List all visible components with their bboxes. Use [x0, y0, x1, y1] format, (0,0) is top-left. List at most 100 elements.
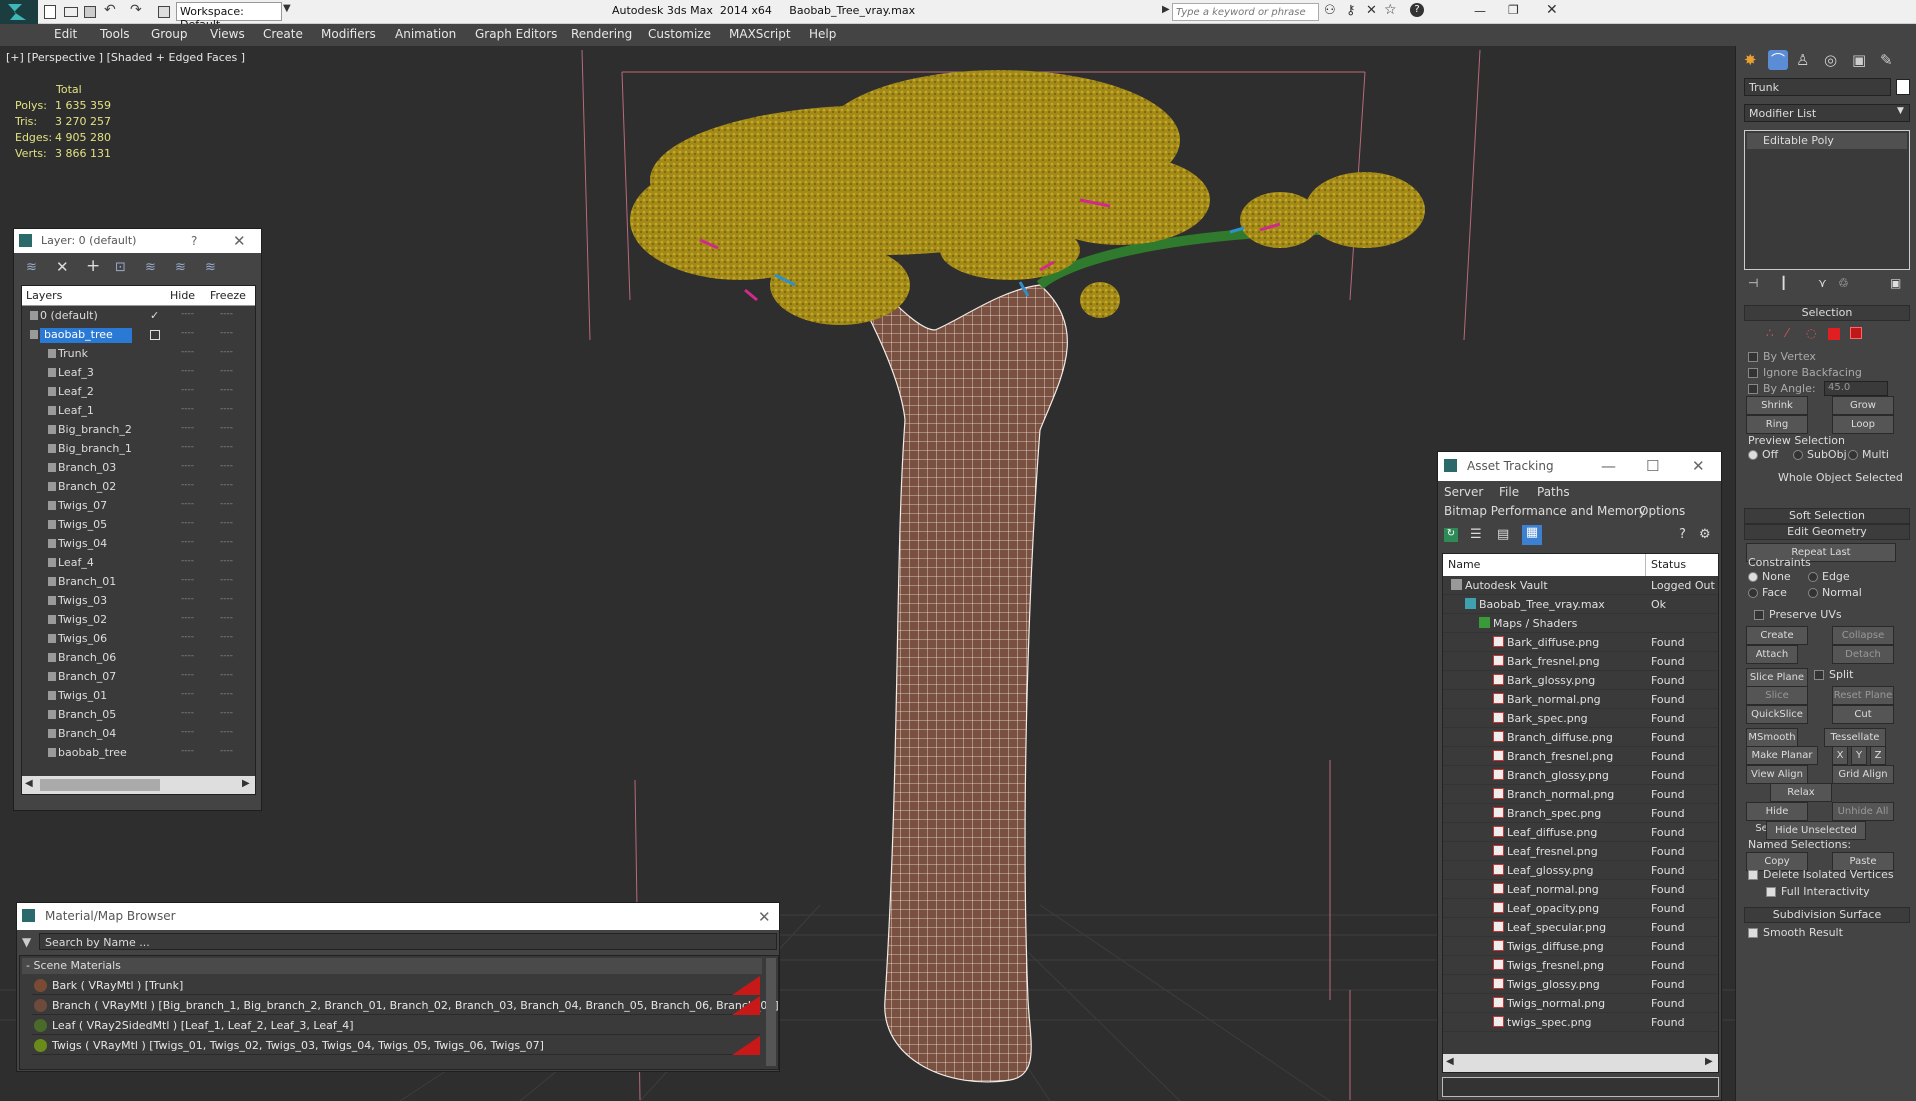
attach-button[interactable]: Attach — [1746, 645, 1798, 664]
asset-row[interactable]: Bark_glossy.png Found — [1443, 671, 1718, 690]
layer-row[interactable]: Branch_05 ---- ---- — [22, 706, 255, 725]
hide-toggle[interactable]: ---- — [181, 594, 194, 604]
freeze-toggle[interactable]: ---- — [220, 461, 233, 471]
smooth-result-checkbox[interactable]: Smooth Result — [1748, 926, 1843, 939]
search-input[interactable]: Type a keyword or phrase — [1172, 3, 1319, 21]
menu-item-animation[interactable]: Animation — [395, 27, 456, 41]
subdivision-surface-rollout-header[interactable]: Subdivision Surface — [1744, 907, 1910, 923]
display-tab-icon[interactable]: ▣ — [1852, 51, 1866, 69]
freeze-toggle[interactable]: ---- — [220, 651, 233, 661]
material-row[interactable]: Branch ( VRayMtl ) [Big_branch_1, Big_br… — [32, 996, 779, 1015]
preview-subobj-radio[interactable]: SubObj — [1793, 448, 1847, 461]
freeze-toggle[interactable]: ---- — [220, 670, 233, 680]
restore-icon[interactable]: ❐ — [1508, 3, 1519, 17]
preview-off-radio[interactable]: Off — [1748, 448, 1778, 461]
project-icon[interactable] — [158, 6, 170, 18]
asset-row[interactable]: twigs_spec.png Found — [1443, 1013, 1718, 1032]
asset-row[interactable]: Branch_spec.png Found — [1443, 804, 1718, 823]
hide-toggle[interactable]: ---- — [181, 556, 194, 566]
material-row[interactable]: Leaf ( VRay2SidedMtl ) [Leaf_1, Leaf_2, … — [32, 1016, 760, 1035]
freeze-toggle[interactable]: ---- — [220, 480, 233, 490]
angle-spinner[interactable]: 45.0 — [1824, 381, 1888, 396]
menu-item-graph-editors[interactable]: Graph Editors — [475, 27, 557, 41]
freeze-toggle[interactable]: ---- — [220, 632, 233, 642]
grow-button[interactable]: Grow — [1832, 396, 1894, 415]
hide-toggle[interactable]: ---- — [181, 670, 194, 680]
layer-row[interactable]: Branch_02 ---- ---- — [22, 478, 255, 497]
details-view-icon[interactable]: ▤ — [1497, 527, 1509, 542]
hide-toggle[interactable]: ---- — [181, 613, 194, 623]
slice-button[interactable]: Slice — [1746, 686, 1808, 705]
show-end-result-icon[interactable]: ┃ — [1780, 276, 1787, 290]
by-vertex-checkbox[interactable]: By Vertex — [1748, 350, 1816, 363]
menu-options[interactable]: Options — [1639, 504, 1685, 518]
freeze-toggle[interactable]: ---- — [220, 537, 233, 547]
menu-item-tools[interactable]: Tools — [100, 27, 130, 41]
asset-row[interactable]: Leaf_normal.png Found — [1443, 880, 1718, 899]
preserve-uvs-checkbox[interactable]: Preserve UVs — [1754, 608, 1842, 621]
tessellate-button[interactable]: Tessellate — [1824, 728, 1886, 747]
workspace-dropdown[interactable]: Workspace: Default — [176, 2, 282, 31]
stack-item-editable-poly[interactable]: Editable Poly — [1747, 133, 1907, 149]
asset-row[interactable]: Bark_normal.png Found — [1443, 690, 1718, 709]
asset-row[interactable]: Baobab_Tree_vray.max Ok — [1443, 595, 1718, 614]
col-layers[interactable]: Layers — [26, 289, 62, 302]
freeze-toggle[interactable]: ---- — [220, 575, 233, 585]
horizontal-scrollbar[interactable]: ◀ ▶ — [22, 776, 255, 794]
constraint-face-radio[interactable]: Face — [1748, 586, 1787, 599]
col-status[interactable]: Status — [1651, 558, 1686, 571]
hide-selected-button[interactable]: Hide Selected — [1746, 802, 1808, 834]
menu-server[interactable]: Server — [1444, 485, 1483, 499]
hide-toggle[interactable]: ---- — [181, 442, 194, 452]
freeze-toggle[interactable]: ---- — [220, 442, 233, 452]
hide-toggle[interactable]: ---- — [181, 461, 194, 471]
slice-plane-button[interactable]: Slice Plane — [1746, 668, 1808, 687]
chevron-down-icon[interactable]: ▼ — [283, 3, 291, 14]
scroll-right-icon[interactable]: ▶ — [1705, 1056, 1713, 1067]
minimize-icon[interactable]: — — [1601, 457, 1616, 475]
scroll-left-icon[interactable]: ◀ — [1446, 1056, 1454, 1067]
hide-toggle[interactable]: ---- — [181, 309, 194, 319]
grid-align-button[interactable]: Grid Align — [1832, 765, 1894, 784]
shrink-button[interactable]: Shrink — [1746, 396, 1808, 415]
detach-button[interactable]: Detach — [1832, 645, 1894, 664]
freeze-toggle[interactable]: ---- — [220, 366, 233, 376]
close-icon[interactable]: ✕ — [1546, 2, 1558, 18]
object-name-field[interactable]: Trunk — [1744, 78, 1891, 96]
freeze-toggle[interactable]: ---- — [220, 746, 233, 756]
asset-row[interactable]: Leaf_glossy.png Found — [1443, 861, 1718, 880]
hide-toggle[interactable]: ---- — [181, 366, 194, 376]
menu-item-group[interactable]: Group — [151, 27, 188, 41]
asset-row[interactable]: Bark_spec.png Found — [1443, 709, 1718, 728]
hide-toggle[interactable]: ---- — [181, 404, 194, 414]
star-icon[interactable]: ☆ — [1384, 2, 1397, 18]
hide-toggle[interactable]: ---- — [181, 347, 194, 357]
material-row[interactable]: Twigs ( VRayMtl ) [Twigs_01, Twigs_02, T… — [32, 1036, 760, 1055]
border-mode-icon[interactable]: ◌ — [1806, 326, 1816, 340]
configure-sets-icon[interactable]: ▣ — [1890, 276, 1901, 290]
motion-tab-icon[interactable]: ◎ — [1824, 51, 1837, 69]
new-file-icon[interactable] — [44, 5, 56, 19]
help-icon[interactable]: ? — [1679, 527, 1686, 542]
asset-row[interactable]: Twigs_glossy.png Found — [1443, 975, 1718, 994]
asset-row[interactable]: Leaf_fresnel.png Found — [1443, 842, 1718, 861]
asset-row[interactable]: Branch_normal.png Found — [1443, 785, 1718, 804]
menu-item-modifiers[interactable]: Modifiers — [321, 27, 376, 41]
hide-toggle[interactable]: ---- — [181, 651, 194, 661]
vertical-scrollbar[interactable] — [766, 958, 776, 1066]
utilities-tab-icon[interactable]: ✎ — [1880, 51, 1893, 69]
layer-row[interactable]: Twigs_01 ---- ---- — [22, 687, 255, 706]
freeze-toggle[interactable]: ---- — [220, 328, 233, 338]
quickslice-button[interactable]: QuickSlice — [1746, 705, 1808, 724]
layer-row[interactable]: Branch_06 ---- ---- — [22, 649, 255, 668]
material-search-input[interactable]: Search by Name ... — [39, 933, 777, 950]
col-hide[interactable]: Hide — [170, 289, 195, 302]
asset-tracking-titlebar[interactable]: Asset Tracking — ☐ ✕ — [1438, 452, 1721, 481]
freeze-toggle[interactable]: ---- — [220, 404, 233, 414]
maximize-icon[interactable]: ☐ — [1646, 457, 1659, 475]
layer-row[interactable]: Twigs_03 ---- ---- — [22, 592, 255, 611]
element-mode-icon[interactable] — [1850, 327, 1862, 339]
asset-row[interactable]: Branch_glossy.png Found — [1443, 766, 1718, 785]
freeze-toggle[interactable]: ---- — [220, 556, 233, 566]
material-browser-titlebar[interactable]: Material/Map Browser ✕ — [17, 903, 779, 930]
